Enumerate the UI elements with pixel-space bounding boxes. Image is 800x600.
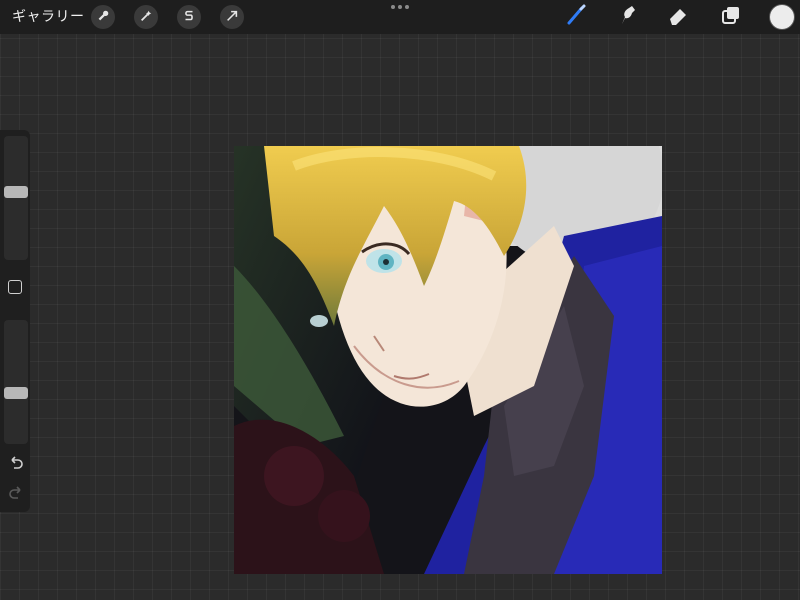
left-sidebar bbox=[0, 130, 30, 512]
adjustments-button[interactable] bbox=[134, 5, 158, 29]
top-toolbar: ギャラリー bbox=[0, 0, 800, 34]
redo-icon[interactable] bbox=[7, 484, 25, 502]
smudge-icon bbox=[615, 3, 639, 31]
magic-wand-icon bbox=[139, 8, 153, 27]
opacity-slider[interactable] bbox=[4, 320, 28, 444]
handle-dot bbox=[398, 5, 402, 9]
color-picker-button[interactable] bbox=[770, 5, 794, 29]
transform-button[interactable] bbox=[220, 5, 244, 29]
undo-icon[interactable] bbox=[7, 454, 25, 472]
arrow-cursor-icon bbox=[225, 8, 239, 27]
eraser-tool-button[interactable] bbox=[664, 3, 692, 31]
brush-icon bbox=[564, 3, 588, 31]
opacity-thumb[interactable] bbox=[4, 387, 28, 399]
brush-size-thumb[interactable] bbox=[4, 186, 28, 198]
selection-button[interactable] bbox=[177, 5, 201, 29]
actions-button[interactable] bbox=[91, 5, 115, 29]
eraser-icon bbox=[666, 3, 690, 31]
modify-square-icon[interactable] bbox=[8, 280, 22, 294]
handle-dot bbox=[391, 5, 395, 9]
brush-tool-button[interactable] bbox=[562, 3, 590, 31]
brush-size-slider[interactable] bbox=[4, 136, 28, 260]
layers-icon bbox=[719, 3, 743, 31]
artwork-illustration bbox=[234, 146, 662, 574]
top-drag-handle[interactable] bbox=[391, 4, 409, 10]
smudge-tool-button[interactable] bbox=[613, 3, 641, 31]
drawing-canvas[interactable] bbox=[234, 146, 662, 574]
selection-s-icon bbox=[182, 8, 196, 27]
layers-button[interactable] bbox=[717, 3, 745, 31]
gallery-button[interactable]: ギャラリー bbox=[12, 7, 85, 27]
handle-dot bbox=[405, 5, 409, 9]
wrench-icon bbox=[96, 8, 110, 27]
